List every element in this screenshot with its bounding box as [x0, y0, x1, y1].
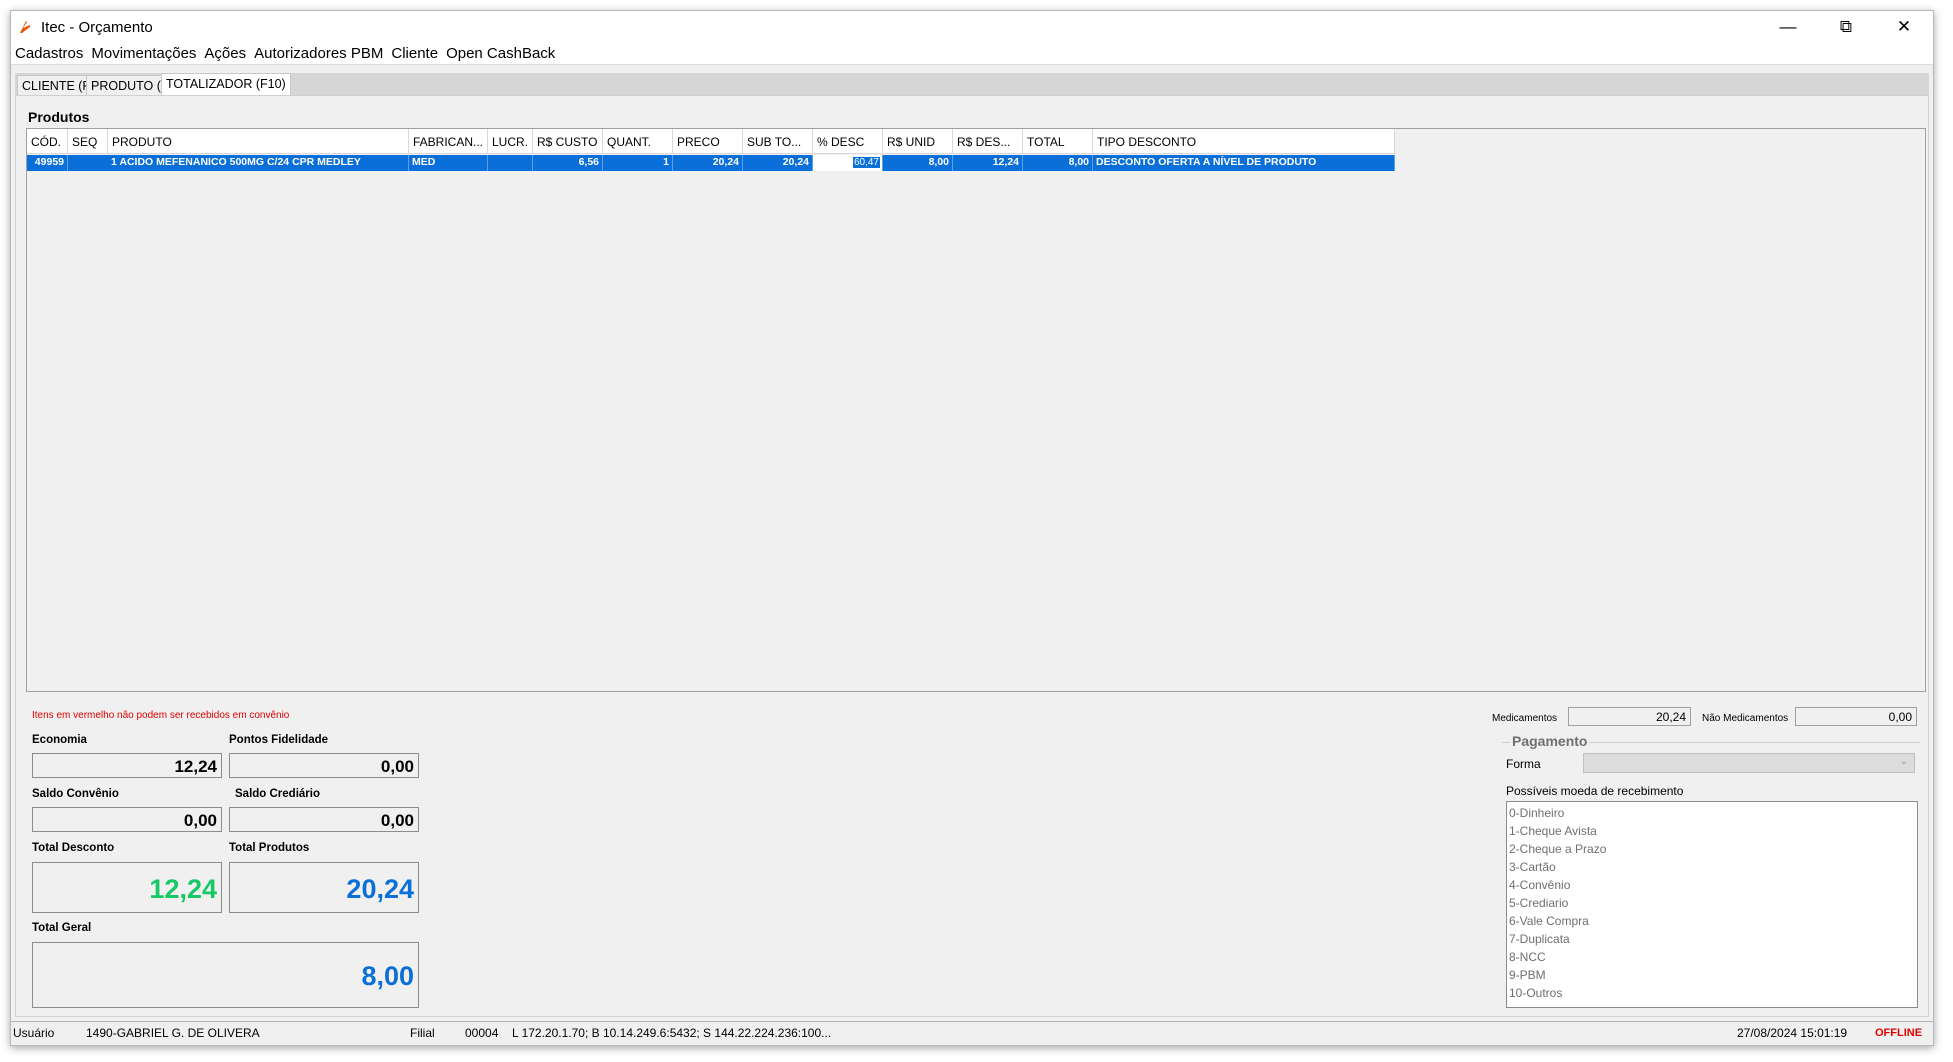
produtos-title: Produtos	[28, 109, 90, 125]
connection-info: L 172.20.1.70; B 10.14.249.6:5432; S 144…	[512, 1026, 832, 1040]
menu-cliente[interactable]: Cliente	[387, 45, 442, 62]
crediario-value: 0,00	[229, 807, 419, 832]
list-item[interactable]: 10-Outros	[1509, 984, 1917, 1002]
menu-bar: Cadastros Movimentações Ações Autorizado…	[11, 43, 1933, 65]
nao-medicamentos-value: 0,00	[1795, 707, 1917, 726]
usuario-label: Usuário	[13, 1026, 55, 1040]
app-logo-icon	[20, 21, 30, 33]
app-window: Itec - Orçamento — ⧉ ✕ Cadastros Movimen…	[10, 10, 1934, 1046]
usuario-value: 1490-GABRIEL G. DE OLIVERA	[86, 1026, 260, 1040]
list-item[interactable]: 8-NCC	[1509, 948, 1917, 966]
pagamento-title: Pagamento	[1510, 733, 1590, 749]
window-title: Itec - Orçamento	[41, 18, 153, 36]
col-seq[interactable]: SEQ	[68, 129, 108, 154]
cell-fabricante: MED	[409, 155, 488, 171]
desc-pct-value[interactable]: 60,47	[852, 157, 880, 168]
nao-medicamentos-label: Não Medicamentos	[1702, 713, 1789, 724]
col-custo[interactable]: R$ CUSTO	[533, 129, 603, 154]
medicamentos-label: Medicamentos	[1492, 713, 1558, 724]
total-produtos-value: 20,24	[229, 862, 419, 913]
convenio-label: Saldo Convênio	[32, 788, 119, 800]
menu-movimentacoes[interactable]: Movimentações	[87, 45, 200, 62]
offline-badge: OFFLINE	[1875, 1027, 1923, 1039]
col-fabricante[interactable]: FABRICAN...	[409, 129, 488, 154]
list-item[interactable]: 5-Crediario	[1509, 894, 1917, 912]
list-item[interactable]: 9-PBM	[1509, 966, 1917, 984]
col-desc-pct[interactable]: % DESC	[813, 129, 883, 154]
cell-preco: 20,24	[673, 155, 743, 171]
cell-desconto: 12,24	[953, 155, 1023, 171]
list-item[interactable]: 1-Cheque Avista	[1509, 822, 1917, 840]
col-desconto[interactable]: R$ DES...	[953, 129, 1023, 154]
menu-acoes[interactable]: Ações	[200, 45, 250, 62]
minimize-button[interactable]: —	[1759, 11, 1817, 43]
cell-lucro	[488, 155, 533, 171]
cell-cod: 49959	[27, 155, 68, 171]
menu-autorizadores-pbm[interactable]: Autorizadores PBM	[250, 45, 387, 62]
moedas-label: Possíveis moeda de recebimento	[1506, 784, 1684, 798]
title-bar: Itec - Orçamento — ⧉ ✕	[11, 11, 1933, 43]
chevron-down-icon[interactable]: ⌄	[1900, 756, 1908, 767]
convenio-value: 0,00	[32, 807, 222, 832]
list-item[interactable]: 7-Duplicata	[1509, 930, 1917, 948]
list-item[interactable]: 0-Dinheiro	[1509, 804, 1917, 822]
convenio-warning: Itens em vermelho não podem ser recebido…	[32, 710, 290, 721]
total-produtos-label: Total Produtos	[229, 842, 310, 854]
filial-label: Filial	[410, 1026, 435, 1040]
cell-tipo-desconto: DESCONTO OFERTA A NÍVEL DE PRODUTO	[1093, 155, 1395, 171]
economia-label: Economia	[32, 734, 87, 746]
close-button[interactable]: ✕	[1875, 11, 1933, 43]
col-total[interactable]: TOTAL	[1023, 129, 1093, 154]
list-item[interactable]: 4-Convênio	[1509, 876, 1917, 894]
cell-produto: 1 ACIDO MEFENANICO 500MG C/24 CPR MEDLEY	[68, 155, 409, 171]
list-item[interactable]: 3-Cartão	[1509, 858, 1917, 876]
pontos-value: 0,00	[229, 753, 419, 778]
total-desconto-label: Total Desconto	[32, 842, 115, 854]
total-geral-label: Total Geral	[32, 922, 92, 934]
total-geral-value: 8,00	[32, 942, 419, 1008]
datetime: 27/08/2024 15:01:19	[1737, 1026, 1848, 1040]
economia-value: 12,24	[32, 753, 222, 778]
list-item[interactable]: 2-Cheque a Prazo	[1509, 840, 1917, 858]
filial-value: 00004	[465, 1026, 499, 1040]
grid-header: CÓD. SEQ PRODUTO FABRICAN... LUCR. R$ CU…	[27, 129, 1395, 154]
tab-strip: CLIENTE (F1) PRODUTO (F7) TOTALIZADOR (F…	[15, 73, 1929, 95]
cell-total: 8,00	[1023, 155, 1093, 171]
tab-totalizador[interactable]: TOTALIZADOR (F10)	[161, 73, 291, 95]
cell-custo: 6,56	[533, 155, 603, 171]
col-cod[interactable]: CÓD.	[27, 129, 68, 154]
menu-open-cashback[interactable]: Open CashBack	[442, 45, 559, 62]
total-desconto-value: 12,24	[32, 862, 222, 913]
status-bar: Usuário 1490-GABRIEL G. DE OLIVERA Filia…	[11, 1021, 1933, 1043]
col-lucro[interactable]: LUCR.	[488, 129, 533, 154]
cell-quant: 1	[603, 155, 673, 171]
col-produto[interactable]: PRODUTO	[108, 129, 409, 154]
col-subtotal[interactable]: SUB TO...	[743, 129, 813, 154]
forma-select[interactable]: ⌄	[1583, 753, 1915, 773]
cell-subtotal: 20,24	[743, 155, 813, 171]
col-preco[interactable]: PRECO	[673, 129, 743, 154]
cell-unid: 8,00	[883, 155, 953, 171]
produtos-grid[interactable]: CÓD. SEQ PRODUTO FABRICAN... LUCR. R$ CU…	[26, 128, 1926, 692]
list-item[interactable]: 6-Vale Compra	[1509, 912, 1917, 930]
cell-desc-pct-editor[interactable]: 60,47	[813, 155, 883, 171]
medicamentos-value: 20,24	[1568, 707, 1691, 726]
col-quant[interactable]: QUANT.	[603, 129, 673, 154]
menu-cadastros[interactable]: Cadastros	[11, 45, 87, 62]
moedas-list[interactable]: 0-Dinheiro 1-Cheque Avista 2-Cheque a Pr…	[1506, 801, 1918, 1008]
totalizador-panel: Produtos CÓD. SEQ PRODUTO FABRICAN... LU…	[15, 95, 1929, 1017]
restore-button[interactable]: ⧉	[1817, 11, 1875, 43]
forma-label: Forma	[1506, 757, 1541, 771]
col-unid[interactable]: R$ UNID	[883, 129, 953, 154]
col-tipo-desconto[interactable]: TIPO DESCONTO	[1093, 129, 1395, 154]
crediario-label: Saldo Crediário	[235, 788, 320, 800]
pontos-label: Pontos Fidelidade	[229, 734, 329, 746]
table-row[interactable]: 49959 1 ACIDO MEFENANICO 500MG C/24 CPR …	[27, 155, 1395, 171]
